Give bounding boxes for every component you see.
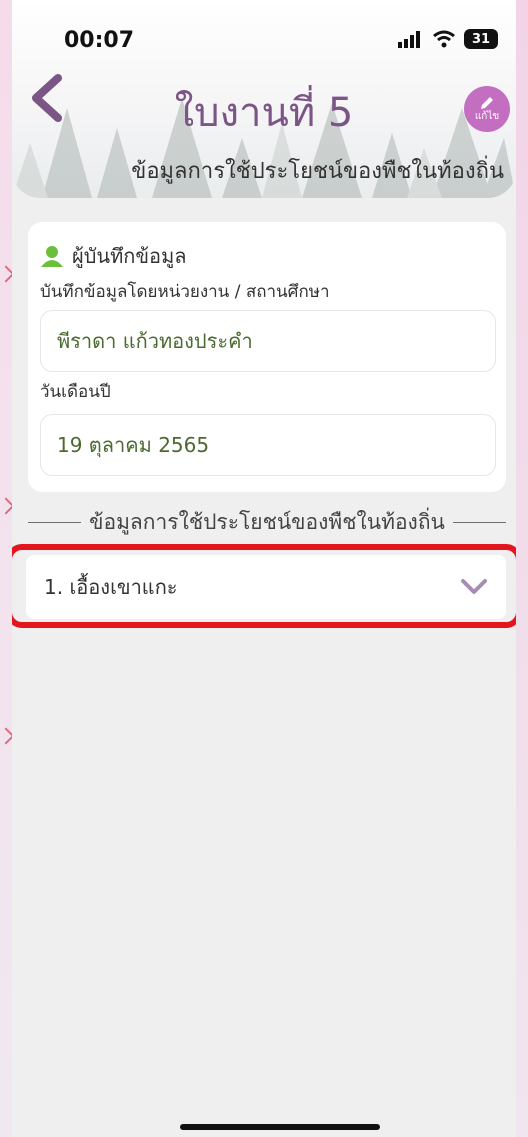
section-title: ข้อมูลการใช้ประโยชน์ของพืชในท้องถิ่น [89, 509, 445, 534]
header: 00:07 31 ใบงานที่ 5 แก้ไข ข้อมูลการใช้ปร… [12, 0, 516, 198]
signal-icon [398, 31, 420, 48]
divider-line [452, 521, 507, 523]
recorder-title: ผู้บันทึกข้อมูล [72, 244, 187, 268]
plant-item-1[interactable]: 1. เอื้องเขาแกะ [26, 555, 506, 619]
status-time: 00:07 [64, 28, 135, 53]
recorder-heading: ผู้บันทึกข้อมูล [40, 240, 187, 272]
background-right [516, 0, 528, 1137]
date-label: วันเดือนปี [40, 382, 111, 402]
date-value: 19 ตุลาคม 2565 [57, 433, 210, 457]
phone-screen: 00:07 31 ใบงานที่ 5 แก้ไข ข้อมูลการใช้ปร… [12, 0, 516, 1137]
org-label: บันทึกข้อมูลโดยหน่วยงาน / สถานศึกษา [40, 282, 330, 302]
battery-icon: 31 [464, 29, 498, 49]
wifi-icon [433, 30, 455, 48]
plant-label: 1. เอื้องเขาแกะ [44, 575, 178, 599]
org-field[interactable]: พีราดา แก้วทองประคำ [40, 310, 496, 372]
org-value: พีราดา แก้วทองประคำ [57, 329, 253, 353]
divider-line [28, 521, 82, 523]
page-subtitle: ข้อมูลการใช้ประโยชน์ของพืชในท้องถิ่น [131, 159, 504, 184]
pencil-icon [481, 97, 493, 109]
page-title: ใบงานที่ 5 [174, 90, 354, 136]
date-field[interactable]: 19 ตุลาคม 2565 [40, 414, 496, 476]
recorder-card: ผู้บันทึกข้อมูล บันทึกข้อมูลโดยหน่วยงาน … [28, 222, 506, 492]
chevron-down-icon [461, 579, 487, 594]
background-left [0, 0, 15, 1137]
edit-button[interactable]: แก้ไข [464, 86, 510, 132]
user-icon [41, 246, 63, 267]
status-icons: 31 [398, 29, 498, 49]
edit-label: แก้ไข [474, 111, 500, 122]
section-divider: ข้อมูลการใช้ประโยชน์ของพืชในท้องถิ่น [28, 507, 507, 537]
home-indicator [180, 1124, 380, 1130]
